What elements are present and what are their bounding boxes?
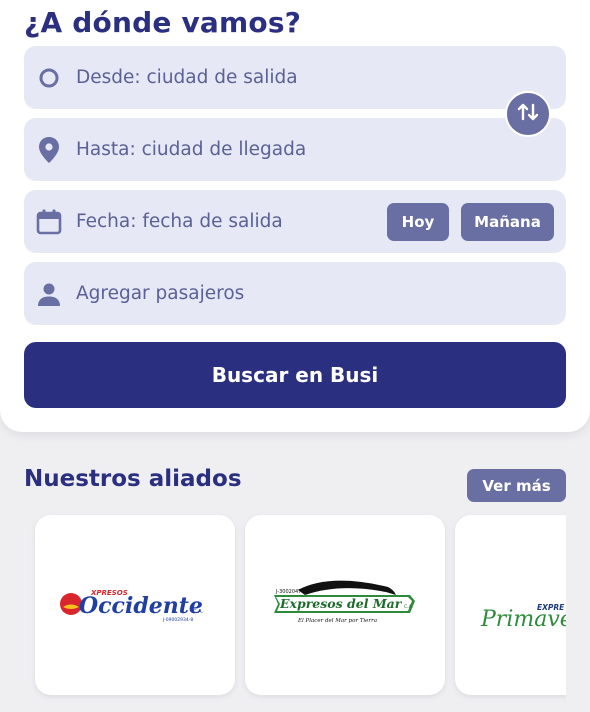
location-pin-icon	[34, 135, 64, 165]
search-button[interactable]: Buscar en Busi	[24, 342, 566, 408]
expresos-tagline: El Placer del Mar por Tierra	[297, 618, 377, 624]
primavera-logo: EXPRE Primave	[480, 603, 566, 632]
passengers-placeholder: Agregar pasajeros	[76, 283, 245, 304]
expresos-del-mar-logo: J-30020475-8 Expresos del Mar C.A. El Pl…	[274, 580, 415, 624]
origin-field[interactable]: Desde: ciudad de salida	[24, 46, 566, 109]
today-button[interactable]: Hoy	[387, 203, 449, 241]
page-title: ¿A dónde vamos?	[24, 6, 302, 39]
passengers-field[interactable]: Agregar pasajeros	[24, 262, 566, 325]
partner-card-expresos-del-mar[interactable]: J-30020475-8 Expresos del Mar C.A. El Pl…	[245, 515, 445, 695]
destination-placeholder: Hasta: ciudad de llegada	[76, 139, 307, 160]
occidente-rif: J-09002934-8	[162, 617, 193, 623]
calendar-icon	[34, 207, 64, 237]
partner-card-occidente[interactable]: XPRESOS Occidente C.A. J-09002934-8	[35, 515, 235, 695]
occidente-logo-text: Occidente	[79, 593, 203, 619]
swap-cities-button[interactable]	[505, 91, 551, 137]
occidente-suffix: C.A.	[193, 609, 203, 615]
circle-outline-icon	[34, 63, 64, 93]
person-icon	[34, 279, 64, 309]
partners-title: Nuestros aliados	[24, 466, 242, 492]
partners-carousel[interactable]: XPRESOS Occidente C.A. J-09002934-8 J-30…	[0, 512, 566, 712]
occidente-logo: XPRESOS Occidente C.A. J-09002934-8	[60, 589, 203, 623]
swap-vertical-icon	[516, 100, 540, 128]
partner-card-primavera[interactable]: EXPRE Primave	[455, 515, 566, 695]
expresos-suffix: C.A.	[404, 604, 413, 610]
primavera-logo-text: Primave	[480, 607, 566, 632]
see-more-button[interactable]: Ver más	[467, 469, 566, 502]
expresos-logo-text: Expresos del Mar	[279, 596, 403, 611]
date-placeholder: Fecha: fecha de salida	[76, 211, 283, 232]
destination-field[interactable]: Hasta: ciudad de llegada	[24, 118, 566, 181]
origin-placeholder: Desde: ciudad de salida	[76, 67, 298, 88]
search-card: ¿A dónde vamos? Desde: ciudad de salida …	[0, 0, 590, 432]
tomorrow-button[interactable]: Mañana	[461, 203, 554, 241]
expresos-rif: J-30020475-8	[275, 589, 310, 595]
